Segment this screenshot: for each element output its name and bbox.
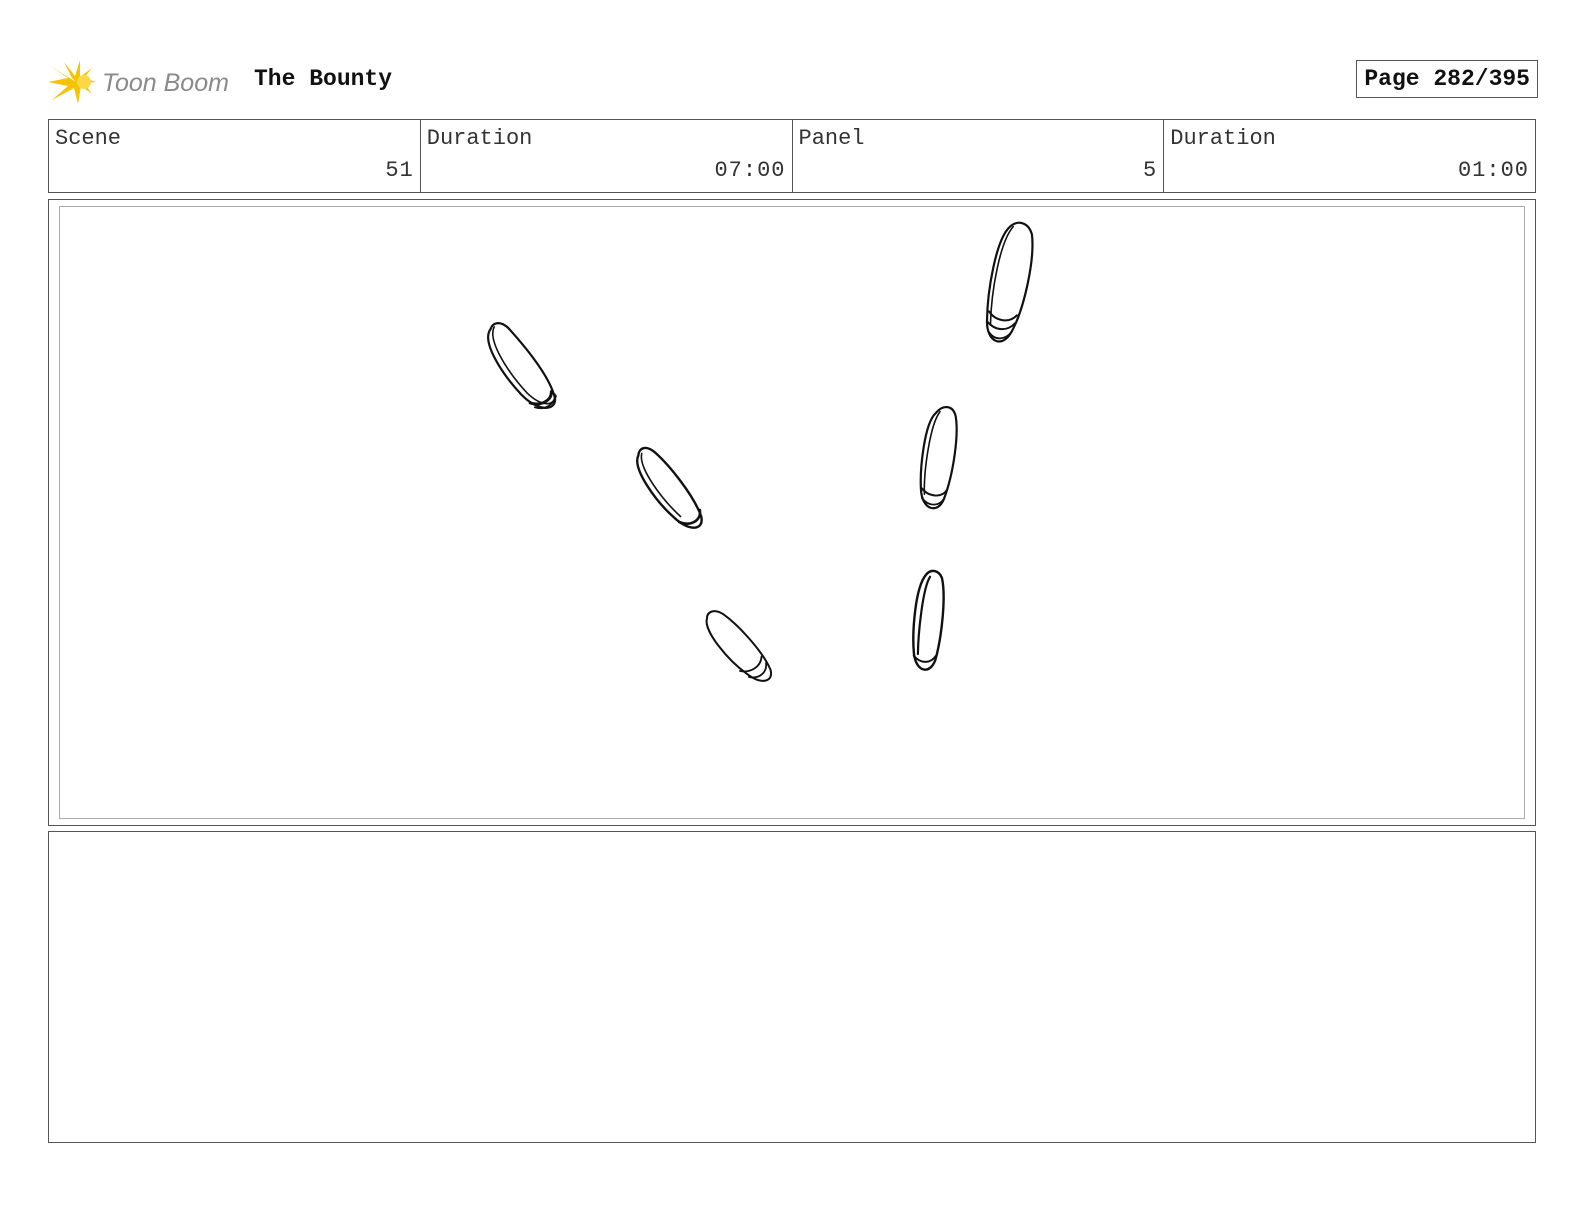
toon-boom-logo: Toon Boom xyxy=(48,56,240,108)
panel-value: 5 xyxy=(1143,158,1158,183)
panel-duration-value: 01:00 xyxy=(1457,158,1529,183)
boat-sketch-2 xyxy=(985,221,1034,343)
panel-label: Panel xyxy=(798,126,865,151)
page-number: Page 282/395 xyxy=(1356,60,1538,98)
rowboats-sketch-icon xyxy=(487,221,1034,682)
boat-sketch-4 xyxy=(919,406,958,510)
panel-notes-box xyxy=(48,831,1536,1143)
boat-sketch-3 xyxy=(636,446,703,529)
panel-duration-label: Duration xyxy=(1170,126,1276,151)
scene-value: 51 xyxy=(385,158,414,183)
page-header: Toon Boom The Bounty Page 282/395 xyxy=(48,52,1538,108)
boat-sketch-1 xyxy=(487,322,557,410)
boat-sketch-5 xyxy=(705,610,773,682)
starburst-icon xyxy=(48,60,96,104)
scene-cell: Scene 51 xyxy=(49,120,421,192)
project-title: The Bounty xyxy=(254,66,393,92)
storyboard-panel xyxy=(48,199,1536,826)
scene-label: Scene xyxy=(55,126,122,151)
scene-duration-value: 07:00 xyxy=(714,158,786,183)
boat-sketch-6 xyxy=(912,569,945,671)
scene-info-table: Scene 51 Duration 07:00 Panel 5 Duration… xyxy=(48,119,1536,193)
scene-duration-cell: Duration 07:00 xyxy=(421,120,793,192)
logo-text: Toon Boom xyxy=(102,69,229,97)
panel-duration-cell: Duration 01:00 xyxy=(1164,120,1535,192)
scene-duration-label: Duration xyxy=(426,126,533,151)
panel-cell: Panel 5 xyxy=(793,120,1165,192)
